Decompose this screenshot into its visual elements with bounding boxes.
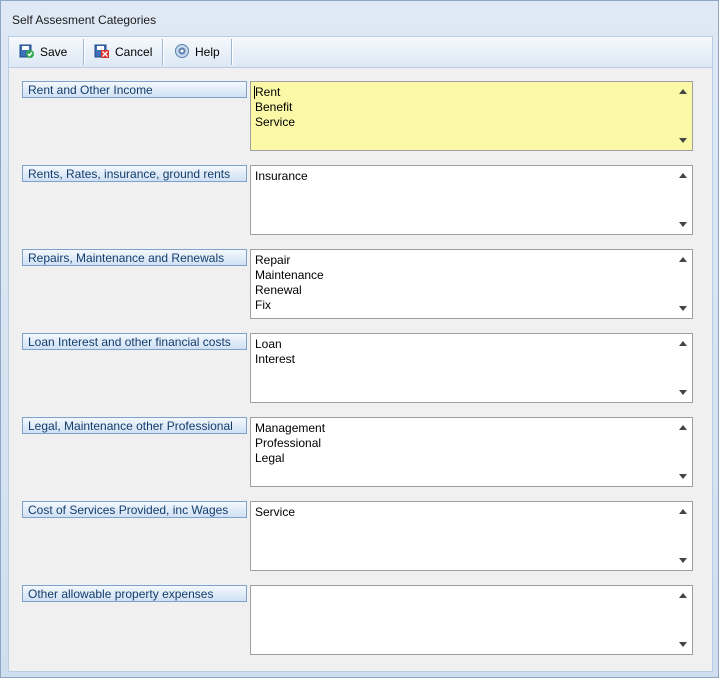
category-label: Rents, Rates, insurance, ground rents: [22, 165, 247, 182]
list-item[interactable]: Maintenance: [255, 268, 324, 283]
save-button[interactable]: Save: [19, 37, 67, 67]
scrollbar[interactable]: [675, 502, 692, 570]
list-items: Repair Maintenance Renewal Fix: [255, 253, 324, 313]
help-label: Help: [195, 45, 220, 59]
help-icon: [174, 43, 190, 62]
list-items: Service: [255, 505, 295, 520]
scroll-down-icon[interactable]: [679, 222, 687, 227]
scroll-down-icon[interactable]: [679, 474, 687, 479]
title-bar: Self Assesment Categories: [1, 1, 718, 35]
scroll-down-icon[interactable]: [679, 642, 687, 647]
scroll-down-icon[interactable]: [679, 306, 687, 311]
category-label: Other allowable property expenses: [22, 585, 247, 602]
list-item[interactable]: Professional: [255, 436, 325, 451]
save-check-icon: [19, 43, 35, 62]
cancel-label: Cancel: [115, 45, 153, 59]
list-item[interactable]: Fix: [255, 298, 324, 313]
category-label: Cost of Services Provided, inc Wages: [22, 501, 247, 518]
category-listbox[interactable]: Repair Maintenance Renewal Fix: [250, 249, 693, 319]
scrollbar[interactable]: [675, 166, 692, 234]
list-item[interactable]: Insurance: [255, 169, 308, 184]
scrollbar[interactable]: [675, 334, 692, 402]
help-button[interactable]: Help: [174, 37, 220, 67]
scroll-down-icon[interactable]: [679, 558, 687, 563]
list-items: Insurance: [255, 169, 308, 184]
category-label: Rent and Other Income: [22, 81, 247, 98]
list-item[interactable]: Renewal: [255, 283, 324, 298]
scrollbar[interactable]: [675, 82, 692, 150]
list-item[interactable]: Benefit: [255, 100, 295, 115]
scrollbar[interactable]: [675, 418, 692, 486]
list-item[interactable]: Service: [255, 505, 295, 520]
scroll-up-icon[interactable]: [679, 89, 687, 94]
category-listbox[interactable]: Rent Benefit Service: [250, 81, 693, 151]
list-item[interactable]: Loan: [255, 337, 295, 352]
categories-panel: Rent and Other Income Rent Benefit Servi…: [8, 67, 713, 672]
category-label: Loan Interest and other financial costs: [22, 333, 247, 350]
scroll-up-icon[interactable]: [679, 593, 687, 598]
list-items: Management Professional Legal: [255, 421, 325, 466]
category-label: Repairs, Maintenance and Renewals: [22, 249, 247, 266]
scroll-down-icon[interactable]: [679, 138, 687, 143]
category-listbox[interactable]: Loan Interest: [250, 333, 693, 403]
scrollbar[interactable]: [675, 250, 692, 318]
scroll-up-icon[interactable]: [679, 425, 687, 430]
cancel-x-icon: [94, 43, 110, 62]
toolbar: Save Cancel Help: [8, 36, 713, 68]
list-items: Rent Benefit Service: [255, 85, 295, 130]
scroll-up-icon[interactable]: [679, 257, 687, 262]
scroll-down-icon[interactable]: [679, 390, 687, 395]
save-label: Save: [40, 45, 68, 59]
toolbar-separator: [83, 39, 84, 65]
toolbar-separator: [231, 39, 232, 65]
category-listbox[interactable]: Management Professional Legal: [250, 417, 693, 487]
window-title: Self Assesment Categories: [12, 13, 157, 27]
window: Self Assesment Categories Save Cancel He…: [0, 0, 719, 678]
list-item[interactable]: Repair: [255, 253, 324, 268]
category-listbox[interactable]: Insurance: [250, 165, 693, 235]
scroll-up-icon[interactable]: [679, 509, 687, 514]
list-item[interactable]: Management: [255, 421, 325, 436]
scrollbar[interactable]: [675, 586, 692, 654]
list-item[interactable]: Interest: [255, 352, 295, 367]
list-item[interactable]: Legal: [255, 451, 325, 466]
category-listbox[interactable]: [250, 585, 693, 655]
scroll-up-icon[interactable]: [679, 341, 687, 346]
list-item[interactable]: Service: [255, 115, 295, 130]
category-listbox[interactable]: Service: [250, 501, 693, 571]
list-items: Loan Interest: [255, 337, 295, 367]
scroll-up-icon[interactable]: [679, 173, 687, 178]
list-item[interactable]: Rent: [255, 85, 295, 100]
cancel-button[interactable]: Cancel: [94, 37, 152, 67]
category-label: Legal, Maintenance other Professional: [22, 417, 247, 434]
toolbar-separator: [162, 39, 163, 65]
